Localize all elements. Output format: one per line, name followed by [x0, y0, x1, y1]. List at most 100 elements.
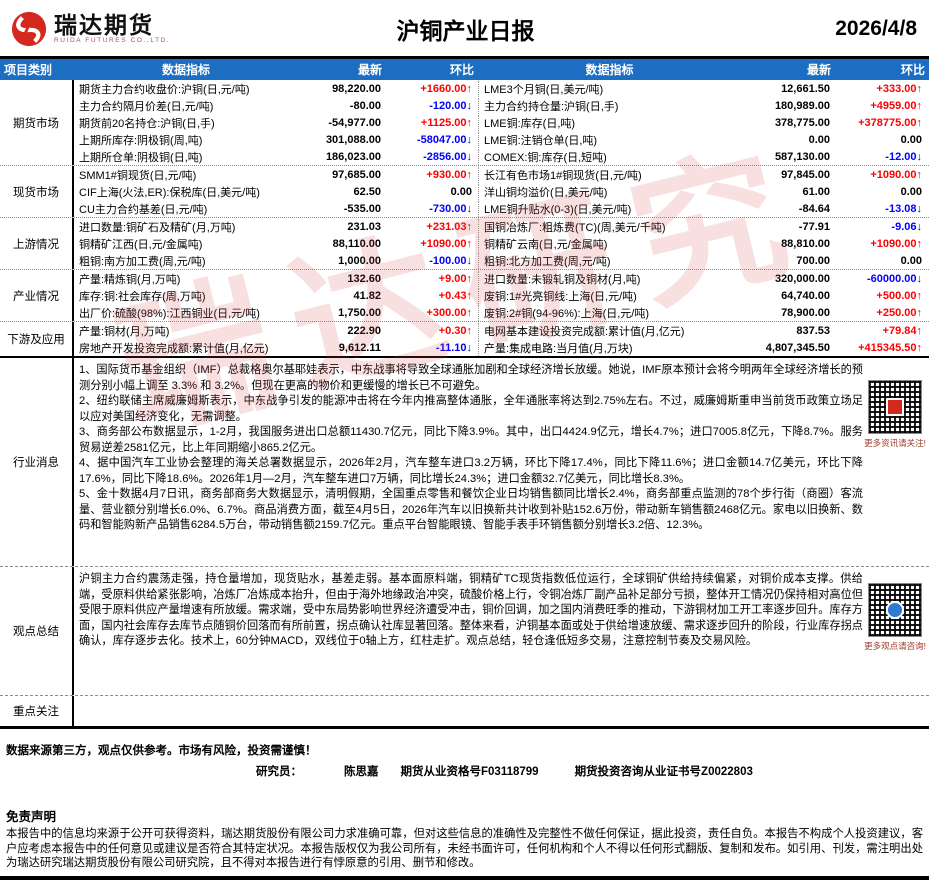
table-row: CU主力合约基差(日,元/吨)-535.00-730.00↓LME铜升贴水(0-… [74, 200, 929, 217]
indicator-cell: 房地产开发投资完成额:累计值(月,亿元) [74, 340, 300, 356]
data-section: 上游情况进口数量:铜矿石及精矿(月,万吨)231.03+231.03↑国铜冶炼厂… [0, 217, 929, 269]
latest-value-cell: 41.82 [300, 290, 386, 302]
change-value-cell: +333.00↑ [835, 83, 928, 95]
change-value-cell: -12.00↓ [835, 151, 928, 163]
latest-value-cell: 88,110.00 [300, 238, 386, 250]
indicator-cell: LME铜:库存(日,吨) [478, 115, 741, 131]
section-rows: SMM1#铜现货(日,元/吨)97,685.00+930.00↑长江有色市场1#… [72, 166, 929, 217]
indicator-cell: 上期所库存:阴极铜(周,吨) [74, 132, 300, 148]
indicator-cell: 期货主力合约收盘价:沪铜(日,元/吨) [74, 81, 300, 97]
change-value-cell: -730.00↓ [386, 203, 478, 215]
bottom-rule [0, 876, 929, 880]
indicator-cell: 铜精矿江西(日,元/金属吨) [74, 236, 300, 252]
section-summary: 观点总结 沪铜主力合约震荡走强，持仓量增加，现货贴水，基差走弱。基本面原料端，铜… [0, 566, 929, 695]
indicator-cell: COMEX:铜:库存(日,短吨) [478, 149, 741, 165]
latest-value-cell: 587,130.00 [741, 151, 835, 163]
section-rows: 进口数量:铜矿石及精矿(月,万吨)231.03+231.03↑国铜冶炼厂:粗炼费… [72, 218, 929, 269]
latest-value-cell: 222.90 [300, 325, 386, 337]
indicator-cell: 废铜:1#光亮铜线:上海(日,元/吨) [478, 288, 741, 304]
table-row: 进口数量:铜矿石及精矿(月,万吨)231.03+231.03↑国铜冶炼厂:粗炼费… [74, 218, 929, 235]
indicator-cell: 长江有色市场1#铜现货(日,元/吨) [478, 167, 741, 183]
change-value-cell: +415345.50↑ [835, 342, 928, 354]
change-value-cell: +1090.00↑ [835, 238, 928, 250]
disclaimer-title: 免责声明 [6, 806, 923, 825]
change-value-cell: -11.10↓ [386, 342, 478, 354]
page-title: 沪铜产业日报 [220, 12, 711, 46]
researcher-cert2: 期货投资咨询从业证书号Z0022803 [575, 766, 753, 778]
data-section: 产业情况产量:精炼铜(月,万吨)132.60+9.00↑进口数量:未锻轧铜及铜材… [0, 269, 929, 321]
indicator-cell: 库存:铜:社会库存(周,万吨) [74, 288, 300, 304]
latest-value-cell: 1,000.00 [300, 255, 386, 267]
table-row: 期货主力合约收盘价:沪铜(日,元/吨)98,220.00+1660.00↑LME… [74, 80, 929, 97]
change-value-cell: -9.06↓ [835, 221, 928, 233]
indicator-cell: 产量:集成电路:当月值(月,万块) [478, 340, 741, 356]
change-value-cell: -120.00↓ [386, 100, 478, 112]
indicator-cell: 期货前20名持仓:沪铜(日,手) [74, 115, 300, 131]
latest-value-cell: 98,220.00 [300, 83, 386, 95]
section-label: 观点总结 [0, 567, 72, 695]
col-header-latest: 最新 [300, 61, 386, 78]
researcher-line: 研究员：陈思嘉期货从业资格号F03118799期货投资咨询从业证书号Z00228… [256, 763, 929, 779]
indicator-cell: 上期所仓单:阴极铜(日,吨) [74, 149, 300, 165]
latest-value-cell: -535.00 [300, 203, 386, 215]
change-value-cell: +300.00↑ [386, 307, 478, 319]
indicator-cell: 产量:精炼铜(月,万吨) [74, 271, 300, 287]
section-key-focus: 重点关注 [0, 695, 929, 726]
data-section: 期货市场期货主力合约收盘价:沪铜(日,元/吨)98,220.00+1660.00… [0, 80, 929, 165]
latest-value-cell: 132.60 [300, 273, 386, 285]
change-value-cell: +9.00↑ [386, 273, 478, 285]
change-value-cell: -13.08↓ [835, 203, 928, 215]
latest-value-cell: 4,807,345.50 [741, 342, 835, 354]
news-item: 3、商务部公布数据显示，1-2月，我国服务进出口总额11430.7亿元，同比下降… [79, 425, 863, 456]
change-value-cell: 0.00 [835, 255, 928, 267]
data-section: 现货市场SMM1#铜现货(日,元/吨)97,685.00+930.00↑长江有色… [0, 165, 929, 217]
section-label: 期货市场 [0, 80, 72, 165]
latest-value-cell: 64,740.00 [741, 290, 835, 302]
table-row: 铜精矿江西(日,元/金属吨)88,110.00+1090.00↑铜精矿云南(日,… [74, 235, 929, 252]
report-page: 瑞达研究 瑞达期货 RUIDA FUTURES CO.,LTD. 沪铜产业日报 … [0, 0, 929, 865]
summary-qr-caption: 更多观点请咨询! [864, 640, 926, 652]
change-value-cell: +79.84↑ [835, 325, 928, 337]
indicator-cell: 产量:铜材(月,万吨) [74, 323, 300, 339]
change-value-cell: +930.00↑ [386, 169, 478, 181]
company-name: 瑞达期货 [54, 13, 170, 37]
change-value-cell: +1090.00↑ [835, 169, 928, 181]
indicator-cell: SMM1#铜现货(日,元/吨) [74, 167, 300, 183]
indicator-cell: LME铜:注销仓单(日,吨) [478, 132, 741, 148]
table-row: 产量:铜材(月,万吨)222.90+0.30↑电网基本建设投资完成额:累计值(月… [74, 322, 929, 339]
latest-value-cell: 12,661.50 [741, 83, 835, 95]
table-row: SMM1#铜现货(日,元/吨)97,685.00+930.00↑长江有色市场1#… [74, 166, 929, 183]
section-rows: 产量:精炼铜(月,万吨)132.60+9.00↑进口数量:未锻轧铜及铜材(月,吨… [72, 270, 929, 321]
table-row: 粗铜:南方加工费(周,元/吨)1,000.00-100.00↓粗铜:北方加工费(… [74, 252, 929, 269]
ruida-logo-icon [10, 10, 48, 48]
indicator-cell: 国铜冶炼厂:粗炼费(TC)(周,美元/千吨) [478, 219, 741, 235]
indicator-cell: LME3个月铜(日,美元/吨) [478, 81, 741, 97]
latest-value-cell: 231.03 [300, 221, 386, 233]
change-value-cell: +250.00↑ [835, 307, 928, 319]
change-value-cell: +1090.00↑ [386, 238, 478, 250]
latest-value-cell: 378,775.00 [741, 117, 835, 129]
indicator-cell: CIF上海(火法,ER):保税库(日,美元/吨) [74, 184, 300, 200]
change-value-cell: -2856.00↓ [386, 151, 478, 163]
indicator-cell: 电网基本建设投资完成额:累计值(月,亿元) [478, 323, 741, 339]
indicator-cell: 出厂价:硫酸(98%):江西铜业(日,元/吨) [74, 305, 300, 321]
summary-body: 沪铜主力合约震荡走强，持仓量增加，现货贴水，基差走弱。基本面原料端，铜精矿TC现… [72, 567, 929, 695]
latest-value-cell: 700.00 [741, 255, 835, 267]
latest-value-cell: 837.53 [741, 325, 835, 337]
table-row: 主力合约隔月价差(日,元/吨)-80.00-120.00↓主力合约持仓量:沪铜(… [74, 97, 929, 114]
indicator-cell: 主力合约持仓量:沪铜(日,手) [478, 98, 741, 114]
latest-value-cell: -80.00 [300, 100, 386, 112]
indicator-cell: CU主力合约基差(日,元/吨) [74, 201, 300, 217]
indicator-cell: 粗铜:南方加工费(周,元/吨) [74, 253, 300, 269]
table-row: CIF上海(火法,ER):保税库(日,美元/吨)62.500.00洋山铜均溢价(… [74, 183, 929, 200]
industry-news-body: 1、国际货币基金组织（IMF）总裁格奥尔基耶娃表示，中东战事将导致全球通胀加剧和… [72, 358, 929, 566]
latest-value-cell: 186,023.00 [300, 151, 386, 163]
col-header-change: 环比 [386, 61, 478, 78]
section-label: 现货市场 [0, 166, 72, 217]
report-header: 瑞达期货 RUIDA FUTURES CO.,LTD. 沪铜产业日报 2026/… [0, 0, 929, 56]
latest-value-cell: 62.50 [300, 186, 386, 198]
key-focus-body [72, 696, 929, 726]
news-qr-block: 更多资讯请关注! [864, 380, 926, 449]
col-header-indicator: 数据指标 [72, 61, 300, 78]
change-value-cell: +4959.00↑ [835, 100, 928, 112]
